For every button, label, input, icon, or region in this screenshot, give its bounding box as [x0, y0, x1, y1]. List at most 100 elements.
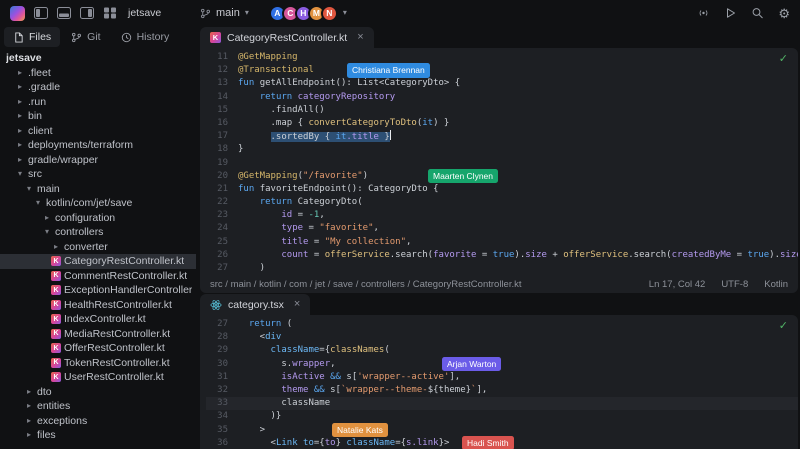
workspaces-grid-icon[interactable]: [103, 7, 117, 19]
code-line-31[interactable]: 31 isActive && s['wrapper--active'],: [206, 371, 798, 384]
line-number[interactable]: 35: [206, 424, 228, 437]
tree-item-tokenrestcontroller-kt[interactable]: KTokenRestController.kt: [0, 356, 196, 371]
code-line-11[interactable]: 11@GetMapping: [206, 51, 798, 64]
avatar-n[interactable]: N: [321, 5, 338, 22]
close-icon[interactable]: ×: [294, 299, 300, 310]
tree-item-exceptions[interactable]: ▸exceptions: [0, 414, 196, 429]
chevron-right-icon[interactable]: ▸: [15, 141, 25, 149]
tree-item-gradle-wrapper[interactable]: ▸gradle/wrapper: [0, 153, 196, 168]
tree-item-commentrestcontroller-kt[interactable]: KCommentRestController.kt: [0, 269, 196, 284]
chevron-right-icon[interactable]: ▸: [15, 69, 25, 77]
code-line-23[interactable]: 23 id = -1,: [206, 209, 798, 222]
fleet-logo-icon[interactable]: [10, 6, 25, 21]
code-line-29[interactable]: 29 className={classNames(: [206, 344, 798, 357]
code-line-21[interactable]: 21fun favoriteEndpoint(): CategoryDto {: [206, 183, 798, 196]
tree-item-src[interactable]: ▾src: [0, 167, 196, 182]
tree-item-fleet[interactable]: ▸.fleet: [0, 66, 196, 81]
tree-item-run[interactable]: ▸.run: [0, 95, 196, 110]
chevron-right-icon[interactable]: ▸: [15, 98, 25, 106]
line-number[interactable]: 19: [206, 157, 228, 170]
encoding-indicator[interactable]: UTF-8: [721, 279, 748, 290]
toggle-left-panel-icon[interactable]: [34, 7, 48, 19]
line-number[interactable]: 26: [206, 249, 228, 262]
code-line-20[interactable]: 20@GetMapping("/favorite")Maarten Clynen: [206, 170, 798, 183]
code-line-19[interactable]: 19: [206, 157, 798, 170]
collaborators-menu[interactable]: ACHMN ▾: [269, 5, 347, 22]
line-number[interactable]: 13: [206, 77, 228, 90]
line-number[interactable]: 15: [206, 104, 228, 117]
branch-selector[interactable]: main ▾: [200, 7, 249, 19]
line-number[interactable]: 33: [206, 397, 228, 410]
tree-item-converter[interactable]: ▸converter: [0, 240, 196, 255]
tree-item-indexcontroller-kt[interactable]: KIndexController.kt: [0, 312, 196, 327]
tree-item-mediarestcontroller-kt[interactable]: KMediaRestController.kt: [0, 327, 196, 342]
tree-item-bin[interactable]: ▸bin: [0, 109, 196, 124]
line-number[interactable]: 12: [206, 64, 228, 77]
tree-item-dto[interactable]: ▸dto: [0, 385, 196, 400]
code-line-36[interactable]: 36 <Link to={to} className={s.link}>Hadi…: [206, 437, 798, 449]
chevron-right-icon[interactable]: ▸: [24, 388, 34, 396]
code-line-35[interactable]: 35 >Natalie Kats: [206, 424, 798, 437]
toggle-right-panel-icon[interactable]: [80, 7, 94, 19]
chevron-right-icon[interactable]: ▸: [15, 112, 25, 120]
tree-item-exceptionhandlercontroller[interactable]: KExceptionHandlerController: [0, 283, 196, 298]
code-line-25[interactable]: 25 title = "My collection",: [206, 236, 798, 249]
code-line-26[interactable]: 26 count = offerService.search(favorite …: [206, 249, 798, 262]
breadcrumb-path[interactable]: src / main / kotlin / com / jet / save /…: [210, 279, 522, 290]
workspace-name[interactable]: jetsave: [128, 7, 161, 19]
toggle-bottom-panel-icon[interactable]: [57, 7, 71, 19]
code-line-16[interactable]: 16 .map { convertCategoryToDto(it) }: [206, 117, 798, 130]
line-number[interactable]: 27: [206, 262, 228, 275]
line-number[interactable]: 11: [206, 51, 228, 64]
line-number[interactable]: 29: [206, 344, 228, 357]
chevron-right-icon[interactable]: ▸: [24, 417, 34, 425]
code-line-28[interactable]: 28 <div: [206, 331, 798, 344]
chevron-down-icon[interactable]: ▾: [33, 199, 43, 207]
tree-item-healthrestcontroller-kt[interactable]: KHealthRestController.kt: [0, 298, 196, 313]
tree-item-main[interactable]: ▾main: [0, 182, 196, 197]
code-line-33[interactable]: 33 className: [206, 397, 798, 410]
code-area-kotlin[interactable]: 11@GetMapping12@TransactionalChristiana …: [200, 48, 798, 275]
gear-icon[interactable]: ⚙: [778, 7, 790, 20]
tree-item-categoryrestcontroller-kt[interactable]: KCategoryRestController.kt: [0, 254, 196, 269]
line-number[interactable]: 17: [206, 130, 228, 143]
code-line-34[interactable]: 34 )}: [206, 410, 798, 423]
code-line-15[interactable]: 15 .findAll(): [206, 104, 798, 117]
tree-item-files[interactable]: ▸files: [0, 428, 196, 443]
chevron-down-icon[interactable]: ▾: [15, 170, 25, 178]
line-number[interactable]: 30: [206, 358, 228, 371]
code-line-24[interactable]: 24 type = "favorite",: [206, 222, 798, 235]
broadcast-icon[interactable]: [697, 7, 710, 19]
tree-item-entities[interactable]: ▸entities: [0, 399, 196, 414]
line-number[interactable]: 27: [206, 318, 228, 331]
tree-item-kotlin-com-jet-save[interactable]: ▾kotlin/com/jet/save: [0, 196, 196, 211]
line-number[interactable]: 18: [206, 143, 228, 156]
line-number[interactable]: 16: [206, 117, 228, 130]
tab-git[interactable]: Git: [62, 27, 109, 47]
search-icon[interactable]: [751, 7, 764, 19]
chevron-right-icon[interactable]: ▸: [15, 83, 25, 91]
language-mode[interactable]: Kotlin: [764, 279, 788, 290]
chevron-right-icon[interactable]: ▸: [24, 402, 34, 410]
line-number[interactable]: 36: [206, 437, 228, 449]
code-line-27[interactable]: 27 return (: [206, 318, 798, 331]
line-number[interactable]: 24: [206, 222, 228, 235]
code-area-tsx[interactable]: 27 return (28 <div29 className={classNam…: [200, 315, 798, 449]
run-play-icon[interactable]: [724, 7, 737, 19]
code-line-14[interactable]: 14 return categoryRepository: [206, 91, 798, 104]
tree-item-deployments-terraform[interactable]: ▸deployments/terraform: [0, 138, 196, 153]
tree-item-gradle[interactable]: ▸.gradle: [0, 80, 196, 95]
line-number[interactable]: 21: [206, 183, 228, 196]
tab-categoryrestcontroller-kt[interactable]: K CategoryRestController.kt ×: [200, 27, 374, 48]
tab-category-tsx[interactable]: category.tsx ×: [200, 294, 310, 315]
code-line-18[interactable]: 18}: [206, 143, 798, 156]
line-number[interactable]: 14: [206, 91, 228, 104]
line-number[interactable]: 32: [206, 384, 228, 397]
chevron-right-icon[interactable]: ▸: [15, 156, 25, 164]
code-line-12[interactable]: 12@TransactionalChristiana Brennan: [206, 64, 798, 77]
tree-item-userrestcontroller-kt[interactable]: KUserRestController.kt: [0, 370, 196, 385]
line-number[interactable]: 34: [206, 410, 228, 423]
tree-item-controllers[interactable]: ▾controllers: [0, 225, 196, 240]
code-line-32[interactable]: 32 theme && s[`wrapper--theme-${theme}`]…: [206, 384, 798, 397]
code-line-17[interactable]: 17 .sortedBy { it.title }: [206, 130, 798, 143]
